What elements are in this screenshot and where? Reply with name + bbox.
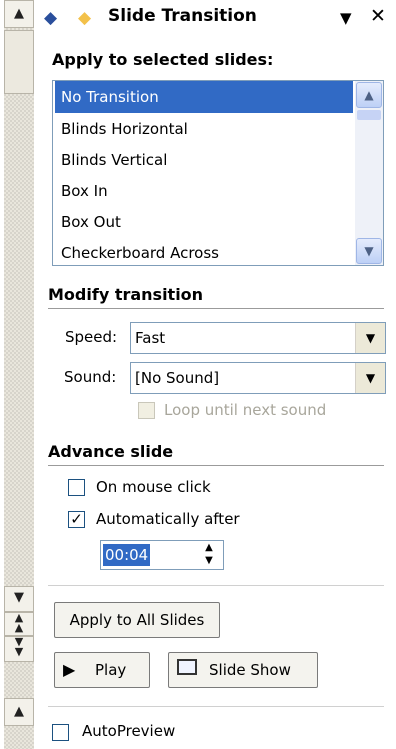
- scroll-up-icon[interactable]: ▲: [4, 0, 34, 28]
- automatically-after-checkbox[interactable]: ✓: [68, 511, 85, 528]
- chevron-down-icon[interactable]: ▼: [355, 363, 385, 393]
- divider-2: [48, 706, 384, 707]
- automatically-after-label: Automatically after: [96, 510, 240, 528]
- scroll-down-icon[interactable]: ▼: [4, 586, 34, 612]
- list-scroll-thumb[interactable]: [357, 110, 381, 120]
- list-scroll-down-icon[interactable]: ▼: [356, 238, 382, 264]
- loop-checkbox[interactable]: [138, 402, 155, 419]
- autopreview-checkbox[interactable]: [52, 724, 69, 741]
- list-item[interactable]: Blinds Vertical: [55, 144, 353, 176]
- play-label: Play: [95, 661, 127, 679]
- list-scroll-up-icon[interactable]: ▲: [356, 82, 382, 108]
- advance-divider: [48, 465, 384, 466]
- list-scrollbar[interactable]: ▲ ▼: [355, 81, 383, 265]
- play-icon: ▶: [63, 660, 76, 679]
- scroll-up-icon-2[interactable]: ▲: [4, 698, 34, 726]
- slide-show-label: Slide Show: [209, 661, 291, 679]
- speed-dropdown[interactable]: Fast ▼: [130, 322, 386, 354]
- advance-heading: Advance slide: [48, 442, 174, 461]
- list-item[interactable]: Box Out: [55, 206, 353, 238]
- divider: [48, 585, 384, 586]
- previous-slide-icon[interactable]: ▲ ▲: [4, 612, 34, 636]
- next-slide-icon[interactable]: ▼ ▼: [4, 636, 34, 662]
- time-spinner[interactable]: 00:04 ▲ ▼: [100, 540, 224, 570]
- slide-show-icon: [177, 659, 197, 675]
- forward-arrow-icon[interactable]: ◆: [78, 8, 91, 28]
- loop-label: Loop until next sound: [164, 401, 327, 419]
- on-mouse-click-label: On mouse click: [96, 478, 211, 496]
- on-mouse-click-checkbox[interactable]: [68, 479, 85, 496]
- autopreview-label: AutoPreview: [82, 722, 176, 740]
- speed-label: Speed:: [65, 328, 118, 346]
- apply-heading: Apply to selected slides:: [52, 50, 274, 69]
- scrollbar-thumb[interactable]: [4, 30, 34, 94]
- play-button[interactable]: ▶ Play: [54, 652, 150, 688]
- back-arrow-icon[interactable]: ◆: [44, 8, 57, 28]
- slide-show-button[interactable]: Slide Show: [168, 652, 318, 688]
- modify-divider: [48, 308, 384, 309]
- spin-arrows-icon[interactable]: ▲ ▼: [195, 541, 223, 569]
- list-item[interactable]: Blinds Horizontal: [55, 113, 353, 145]
- list-item[interactable]: No Transition: [55, 81, 353, 113]
- chevron-down-icon[interactable]: ▼: [355, 323, 385, 353]
- sound-label: Sound:: [64, 368, 117, 386]
- close-icon[interactable]: ✕: [370, 5, 386, 27]
- panel-title: Slide Transition: [108, 6, 257, 26]
- sound-value: [No Sound]: [135, 369, 220, 387]
- apply-to-all-slides-button[interactable]: Apply to All Slides: [54, 602, 220, 638]
- speed-value: Fast: [135, 329, 166, 347]
- modify-heading: Modify transition: [48, 285, 204, 304]
- sound-dropdown[interactable]: [No Sound] ▼: [130, 362, 386, 394]
- slide-pane-scrollbar[interactable]: ▲ ▼ ▲ ▲ ▼ ▼ ▲: [0, 0, 38, 749]
- time-value[interactable]: 00:04: [103, 544, 151, 566]
- list-item[interactable]: Box In: [55, 175, 353, 207]
- list-item[interactable]: Checkerboard Across: [55, 237, 353, 265]
- dropdown-icon[interactable]: ▼: [340, 9, 352, 27]
- transition-list[interactable]: No Transition Blinds Horizontal Blinds V…: [52, 80, 384, 266]
